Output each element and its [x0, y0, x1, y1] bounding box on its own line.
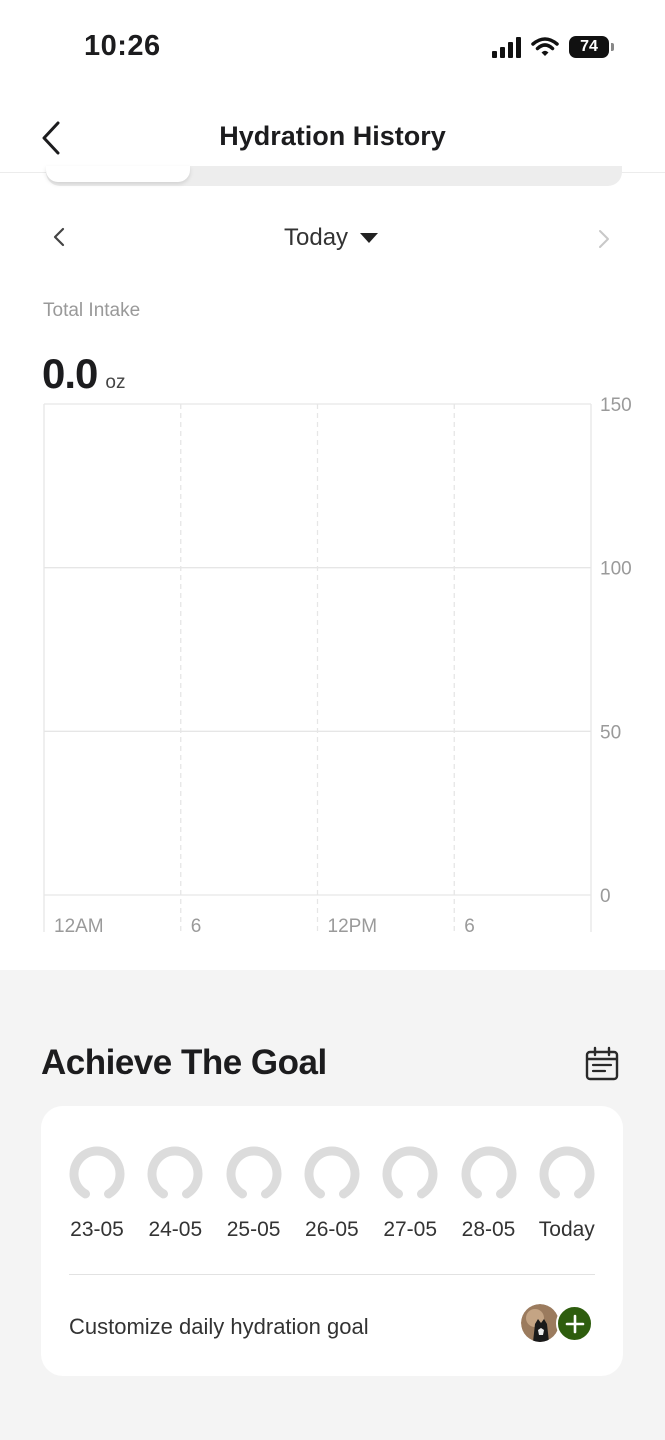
ring-track — [382, 1146, 438, 1199]
goal-day-label: 24-05 — [148, 1218, 203, 1241]
goal-progress-ring-icon — [69, 1146, 125, 1199]
ring-track — [461, 1146, 516, 1199]
next-day-icon[interactable] — [593, 224, 615, 254]
page-title: Hydration History — [219, 121, 446, 151]
goal-progress-ring-icon — [539, 1146, 595, 1199]
goal-card: 23-05 24-05 25-05 26-05 27-05 28-05 Today Cust… — [41, 1106, 623, 1376]
goal-day[interactable]: 26-05 — [292, 1146, 372, 1242]
period-segment-selected[interactable] — [46, 166, 190, 182]
goal-day[interactable]: 27-05 — [370, 1146, 450, 1242]
x-tick-label: 12PM — [328, 916, 378, 937]
x-tick-label: 12AM — [54, 916, 104, 937]
goal-progress-ring-icon — [304, 1146, 360, 1199]
goal-day[interactable]: 24-05 — [135, 1146, 215, 1242]
ring-track — [539, 1146, 595, 1199]
wifi-icon — [531, 37, 559, 56]
goal-day[interactable]: 28-05 — [449, 1146, 529, 1242]
x-tick-label: 6 — [464, 916, 475, 937]
status-icons: 74 — [492, 36, 614, 58]
history-panel: 10:26 74 Hydration History Today Total I… — [0, 0, 665, 970]
y-tick-label: 150 — [600, 395, 632, 416]
avatar[interactable] — [521, 1304, 559, 1342]
calendar-icon[interactable] — [584, 1046, 620, 1082]
ring-track — [69, 1146, 125, 1199]
add-goal-button[interactable] — [556, 1305, 593, 1342]
cat-avatar-image — [521, 1304, 559, 1342]
ring-track — [304, 1146, 360, 1199]
card-divider — [69, 1274, 595, 1275]
goal-day[interactable]: Today — [527, 1146, 607, 1242]
goal-progress-ring-icon — [382, 1146, 438, 1199]
date-selector[interactable]: Today — [284, 224, 379, 252]
goal-progress-ring-icon — [461, 1146, 516, 1199]
battery-icon: 74 — [569, 36, 614, 58]
previous-day-icon[interactable] — [48, 222, 72, 252]
total-intake-value: 0.0 — [42, 350, 98, 397]
goal-section-title: Achieve The Goal — [41, 1043, 327, 1082]
y-tick-label: 50 — [600, 722, 621, 743]
status-time: 10:26 — [84, 30, 161, 62]
goal-progress-ring-icon — [147, 1146, 203, 1199]
ring-track — [226, 1146, 282, 1199]
goal-day[interactable]: 25-05 — [214, 1146, 294, 1242]
date-selector-label: Today — [284, 224, 349, 251]
goal-day-label: Today — [538, 1218, 595, 1241]
y-tick-label: 100 — [600, 559, 632, 580]
dropdown-caret-icon — [360, 233, 379, 243]
customize-goal-label[interactable]: Customize daily hydration goal — [69, 1314, 369, 1340]
intake-chart: 150 100 50 0 12AM 6 12PM 6 — [43, 395, 632, 937]
goal-day-label: 28-05 — [461, 1218, 516, 1241]
goal-progress-ring-icon — [226, 1146, 282, 1199]
battery-level: 74 — [580, 38, 598, 55]
ring-track — [147, 1146, 203, 1199]
total-intake: 0.0 oz — [42, 350, 125, 398]
goal-day-label: 23-05 — [70, 1218, 124, 1241]
goal-day[interactable]: 23-05 — [57, 1146, 137, 1242]
goal-day-label: 26-05 — [305, 1218, 359, 1241]
plus-icon — [565, 1314, 584, 1333]
y-tick-label: 0 — [600, 886, 611, 907]
goal-day-label: 27-05 — [383, 1218, 438, 1241]
x-tick-label: 6 — [191, 916, 202, 937]
total-intake-unit: oz — [105, 372, 126, 393]
total-intake-label: Total Intake — [43, 300, 141, 321]
signal-icon — [492, 36, 521, 58]
goal-day-label: 25-05 — [226, 1218, 281, 1241]
